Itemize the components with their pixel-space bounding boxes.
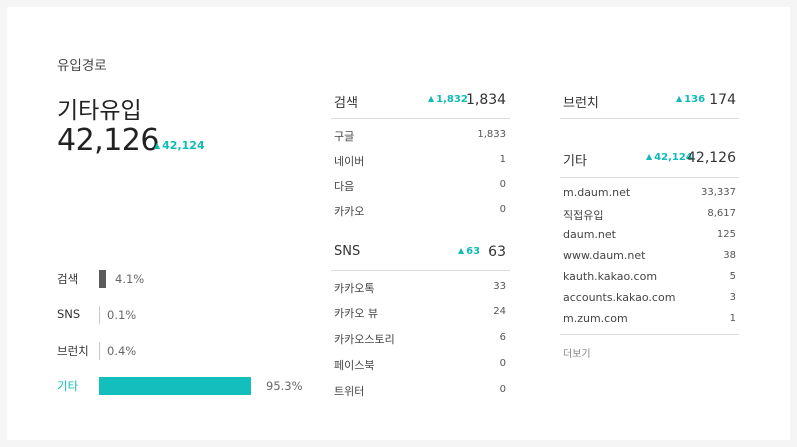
etc-row-kauth-value: 5 [729,271,736,282]
brunch-total: 174 [709,92,736,108]
sns-row-twitter-value: 0 [499,384,506,395]
search-row-kakao-label: 카카오 [334,205,365,218]
etc-row-mzum-label: m.zum.com [563,312,628,325]
divider [331,270,510,271]
sns-row-facebook-value: 0 [499,358,506,369]
brunch-header: 브런치 [563,96,599,111]
divider [560,118,739,119]
etc-row-wwwdaum-label: www.daum.net [563,249,646,262]
etc-total: 42,126 [687,150,736,166]
up-triangle-icon: ▲ [646,152,653,161]
bar-pct-search: 4.1% [115,272,145,286]
search-delta-value: 1,832 [436,94,468,105]
etc-row-direct-value: 8,617 [707,208,736,219]
selected-source-delta: ▲ 42,124 [154,139,205,152]
search-row-daum-label: 다음 [334,180,355,193]
search-row-daum-value: 0 [499,179,506,190]
sns-row-kakaotalk-label: 카카오톡 [334,282,375,295]
sns-row-kakaoview-label: 카카오 뷰 [334,307,378,320]
etc-row-daumnet-value: 125 [716,229,736,240]
up-triangle-icon: ▲ [428,94,435,103]
up-triangle-icon: ▲ [458,246,465,255]
search-row-naver-label: 네이버 [334,155,365,168]
sns-header: SNS [334,244,361,259]
more-link[interactable]: 더보기 [563,345,591,360]
search-row-google-label: 구글 [334,130,355,143]
bar-fill-brunch [99,342,100,360]
bar-fill-search [99,270,106,288]
selected-source-label: 기타유입 [57,98,142,124]
bar-label-etc[interactable]: 기타 [57,378,78,394]
bar-etc[interactable] [99,377,259,395]
bar-label-sns[interactable]: SNS [57,307,80,321]
traffic-source-card [7,7,790,440]
etc-row-accounts-value: 3 [729,292,736,303]
sns-row-facebook-label: 페이스북 [334,359,375,372]
etc-row-direct-label: 직접유입 [563,209,604,222]
bar-pct-etc: 95.3% [266,379,303,393]
bar-pct-sns: 0.1% [107,308,137,322]
search-row-naver-value: 1 [499,154,506,165]
sns-total: 63 [488,244,506,260]
etc-row-kauth-label: kauth.kakao.com [563,270,658,283]
divider [331,118,510,119]
sns-row-twitter-label: 트위터 [334,385,365,398]
search-total: 1,834 [466,92,507,108]
etc-row-mzum-value: 1 [729,313,736,324]
bar-fill-etc [99,377,251,395]
etc-header: 기타 [563,154,587,169]
etc-row-mdaum-value: 33,337 [701,187,736,198]
search-row-google-value: 1,833 [477,129,506,140]
search-delta: ▲ 1,832 [428,94,468,105]
divider [560,334,739,335]
divider [560,177,739,178]
etc-row-daumnet-label: daum.net [563,228,616,241]
etc-row-mdaum-label: m.daum.net [563,186,631,199]
bar-label-brunch[interactable]: 브런치 [57,343,89,359]
sns-row-kakaoview-value: 24 [493,306,506,317]
etc-row-wwwdaum-value: 38 [723,250,736,261]
search-header: 검색 [334,96,358,111]
up-triangle-icon: ▲ [676,94,683,103]
sns-row-kakaostory-label: 카카오스토리 [334,333,395,346]
bar-label-search[interactable]: 검색 [57,271,78,287]
delta-value: 42,124 [162,139,205,152]
up-triangle-icon: ▲ [154,141,161,150]
etc-row-accounts-label: accounts.kakao.com [563,291,676,304]
bar-pct-brunch: 0.4% [107,344,137,358]
bar-fill-sns [99,306,100,324]
sns-row-kakaotalk-value: 33 [493,281,506,292]
section-title: 유입경로 [57,58,107,74]
search-row-kakao-value: 0 [499,204,506,215]
sns-row-kakaostory-value: 6 [499,332,506,343]
selected-source-value: 42,126 [57,123,159,158]
